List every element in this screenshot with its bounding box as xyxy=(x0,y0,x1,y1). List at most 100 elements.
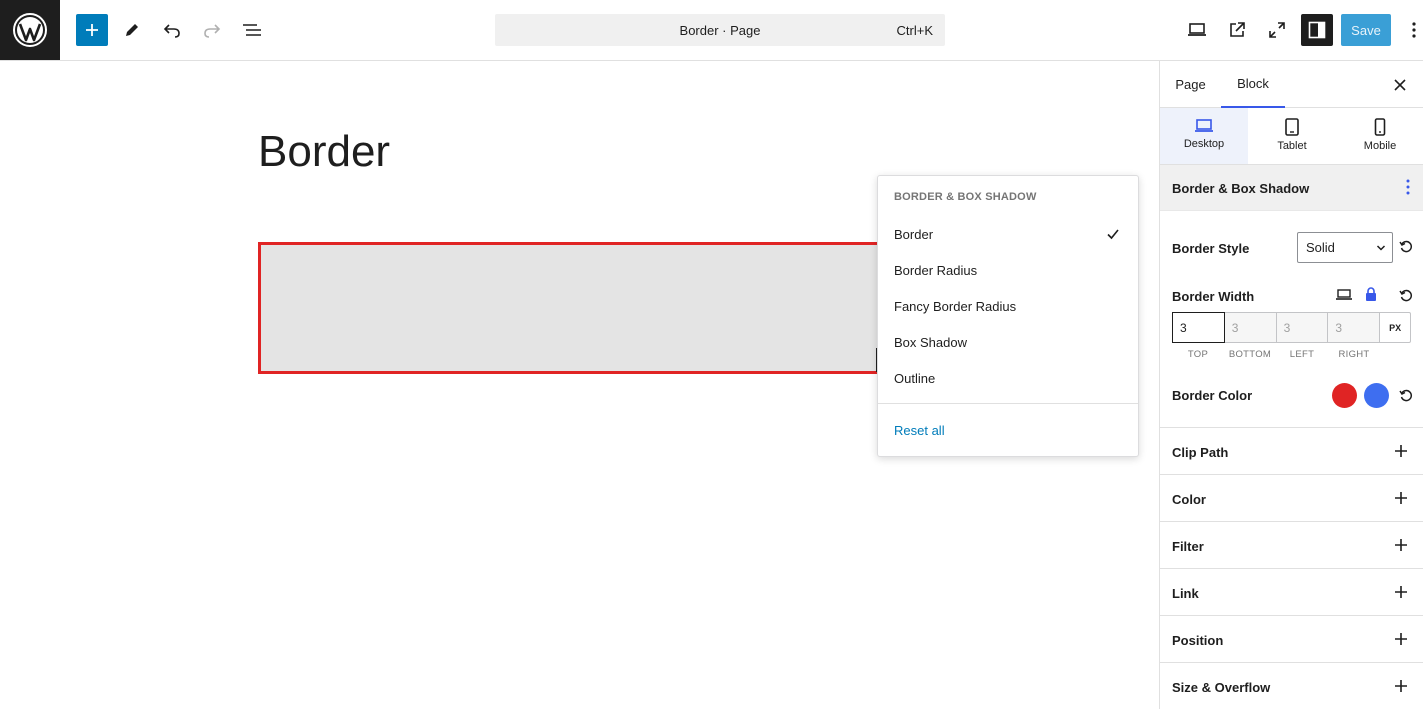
desktop-preview-icon xyxy=(1188,23,1206,36)
undo-button[interactable] xyxy=(156,14,188,46)
side-label-left: LEFT xyxy=(1289,349,1315,360)
keyboard-shortcut: Ctrl+K xyxy=(896,23,933,38)
device-desktop[interactable]: Desktop xyxy=(1160,108,1248,164)
plus-icon xyxy=(1395,539,1407,551)
fullscreen-button[interactable] xyxy=(1261,14,1293,46)
editor-header: Border · Page Ctrl+K Save xyxy=(0,0,1423,61)
menu-item-border-radius[interactable]: Border Radius xyxy=(894,256,1124,284)
settings-sidebar-toggle[interactable] xyxy=(1301,14,1333,46)
selected-block[interactable] xyxy=(258,242,898,374)
reset-all-button[interactable]: Reset all xyxy=(894,423,945,438)
menu-item-box-shadow[interactable]: Box Shadow xyxy=(894,328,1124,356)
section-size-overflow[interactable]: Size & Overflow xyxy=(1160,662,1423,709)
command-palette-bar[interactable]: Border · Page Ctrl+K xyxy=(495,14,945,46)
menu-item-border[interactable]: Border xyxy=(894,220,1124,248)
section-title: Size & Overflow xyxy=(1172,680,1271,695)
undo-icon xyxy=(163,24,180,38)
plus-icon xyxy=(1395,492,1407,504)
plus-icon xyxy=(1395,680,1407,692)
close-sidebar-button[interactable] xyxy=(1390,75,1410,95)
border-width-right-input[interactable]: 3 xyxy=(1328,313,1381,342)
border-panel-header[interactable]: Border & Box Shadow xyxy=(1160,165,1423,211)
border-style-select[interactable]: Solid xyxy=(1297,232,1393,263)
desktop-device-icon[interactable] xyxy=(1335,288,1353,302)
device-tablet[interactable]: Tablet xyxy=(1248,108,1336,164)
section-clip-path[interactable]: Clip Path xyxy=(1160,427,1423,474)
lock-icon[interactable] xyxy=(1365,287,1377,302)
redo-icon xyxy=(204,24,221,38)
wordpress-logo-icon[interactable] xyxy=(0,0,60,60)
page-title[interactable]: Border xyxy=(258,127,390,177)
section-position[interactable]: Position xyxy=(1160,615,1423,662)
device-label: Mobile xyxy=(1363,140,1397,152)
panel-options-icon[interactable] xyxy=(1406,179,1410,195)
device-switcher: Desktop Tablet Mobile xyxy=(1160,108,1423,165)
plus-icon xyxy=(1395,633,1407,645)
section-title: Clip Path xyxy=(1172,445,1229,460)
border-width-inputs: 3 3 3 3 PX xyxy=(1172,312,1411,343)
device-mobile[interactable]: Mobile xyxy=(1336,108,1423,164)
document-title: Border · Page xyxy=(679,23,761,38)
save-button[interactable]: Save xyxy=(1341,14,1391,46)
border-width-top-input[interactable]: 3 xyxy=(1172,312,1225,343)
device-label: Tablet xyxy=(1277,140,1307,152)
panel-title: Border & Box Shadow xyxy=(1172,181,1310,196)
section-title: Filter xyxy=(1172,539,1204,554)
menu-item-label: Fancy Border Radius xyxy=(894,298,1017,314)
list-view-icon xyxy=(243,24,261,36)
menu-item-fancy-border-radius[interactable]: Fancy Border Radius xyxy=(894,292,1124,320)
menu-heading: BORDER & BOX SHADOW xyxy=(894,191,1037,203)
reset-icon[interactable] xyxy=(1399,289,1413,303)
plus-icon xyxy=(1395,586,1407,598)
border-width-label: Border Width xyxy=(1172,289,1255,304)
pencil-icon xyxy=(126,24,138,36)
side-label-top: TOP xyxy=(1187,349,1209,360)
tools-button[interactable] xyxy=(116,14,148,46)
color-swatch-blue[interactable] xyxy=(1364,383,1389,408)
menu-item-label: Border xyxy=(894,226,934,242)
unit-select[interactable]: PX xyxy=(1380,313,1410,342)
plus-icon xyxy=(86,24,98,36)
menu-item-outline[interactable]: Outline xyxy=(894,364,1124,392)
close-icon xyxy=(1394,79,1406,91)
menu-item-label: Outline xyxy=(894,370,936,386)
menu-item-label: Box Shadow xyxy=(894,334,967,350)
view-page-button[interactable] xyxy=(1221,14,1253,46)
border-options-menu: BORDER & BOX SHADOW Border Border Radius… xyxy=(877,175,1139,457)
tab-page[interactable]: Page xyxy=(1160,61,1221,108)
section-color[interactable]: Color xyxy=(1160,474,1423,521)
side-label-right: RIGHT xyxy=(1338,349,1370,360)
menu-divider xyxy=(878,403,1138,404)
list-view-button[interactable] xyxy=(236,14,268,46)
sidebar-tabs: Page Block xyxy=(1160,61,1423,108)
border-width-left-input[interactable]: 3 xyxy=(1276,313,1329,342)
border-width-bottom-input[interactable]: 3 xyxy=(1224,313,1277,342)
section-link[interactable]: Link xyxy=(1160,568,1423,615)
fullscreen-icon xyxy=(1269,22,1285,38)
tablet-icon xyxy=(1285,118,1299,136)
add-block-button[interactable] xyxy=(76,14,108,46)
settings-sidebar: Page Block Desktop Tablet Mobile Border … xyxy=(1159,61,1423,709)
reset-icon[interactable] xyxy=(1399,389,1413,403)
more-vertical-icon xyxy=(1412,22,1416,38)
preview-button[interactable] xyxy=(1181,14,1213,46)
chevron-down-icon xyxy=(1376,245,1386,251)
section-filter[interactable]: Filter xyxy=(1160,521,1423,568)
laptop-icon xyxy=(1195,119,1213,132)
border-color-label: Border Color xyxy=(1172,388,1253,403)
options-button[interactable] xyxy=(1402,14,1423,46)
reset-icon[interactable] xyxy=(1399,240,1413,254)
mobile-icon xyxy=(1374,118,1386,136)
external-link-icon xyxy=(1230,22,1245,37)
redo-button[interactable] xyxy=(196,14,228,46)
color-swatch-red[interactable] xyxy=(1332,383,1357,408)
menu-item-label: Border Radius xyxy=(894,262,978,278)
sidebar-toggle-icon xyxy=(1308,21,1326,39)
section-title: Position xyxy=(1172,633,1224,648)
device-label: Desktop xyxy=(1183,138,1225,150)
tab-block[interactable]: Block xyxy=(1221,61,1285,108)
check-icon xyxy=(1107,229,1119,240)
side-label-bottom: BOTTOM xyxy=(1228,349,1272,360)
border-style-label: Border Style xyxy=(1172,241,1250,256)
section-title: Link xyxy=(1172,586,1199,601)
